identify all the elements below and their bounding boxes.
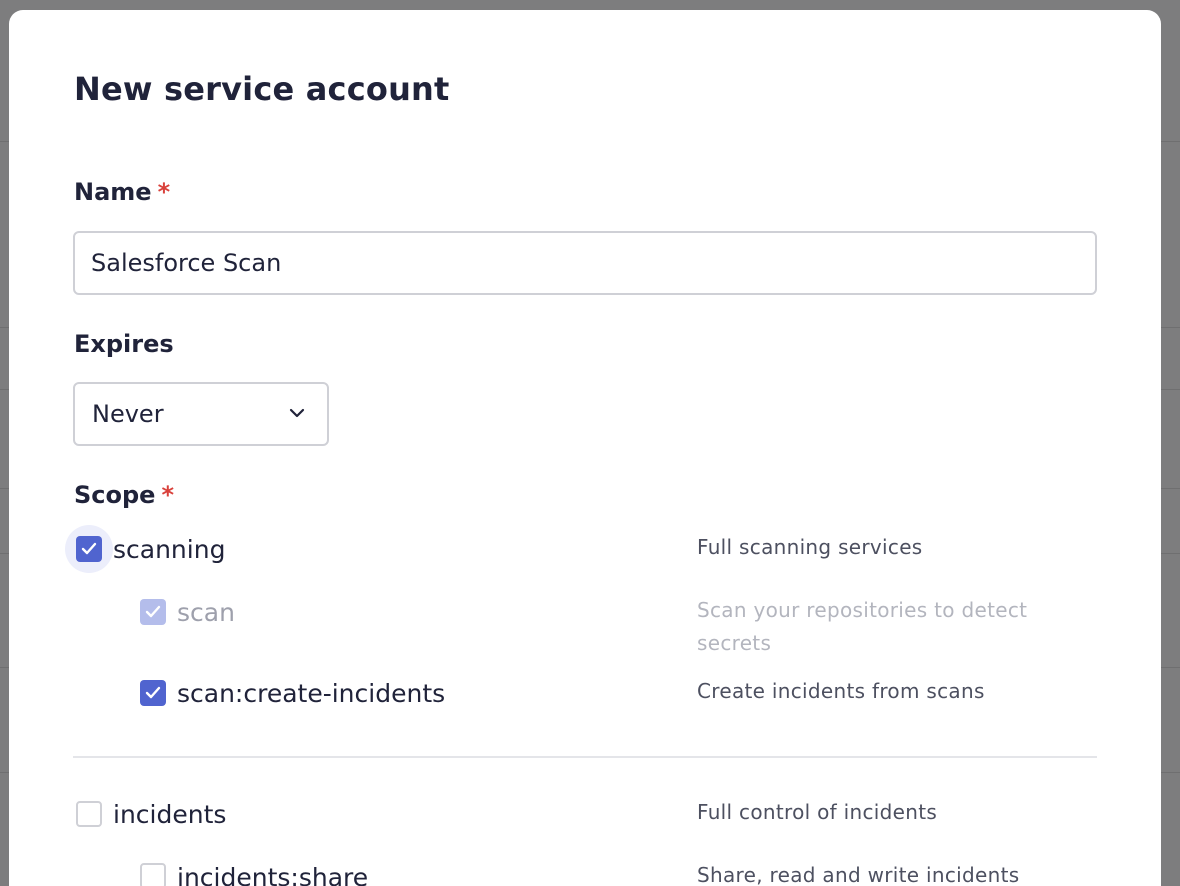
scope-name-incidents-share: incidents:share <box>177 863 369 886</box>
scope-group-divider <box>73 756 1097 758</box>
name-label-text: Name <box>74 178 152 206</box>
scope-checkbox-scan-create-incidents[interactable] <box>137 677 167 707</box>
checkbox-box <box>140 599 166 625</box>
scope-label-text: Scope <box>74 481 156 509</box>
expires-label: Expires <box>74 330 174 358</box>
chevron-down-icon <box>289 408 305 418</box>
scope-label: Scope * <box>74 481 174 509</box>
expires-select[interactable]: Never <box>73 382 329 446</box>
check-icon <box>81 542 97 555</box>
name-input[interactable] <box>73 231 1097 295</box>
scope-checkbox-scanning[interactable] <box>73 533 103 563</box>
name-label: Name * <box>74 178 170 206</box>
dialog-title: New service account <box>74 70 450 108</box>
new-service-account-dialog: New service account Name* Expires Never … <box>9 10 1161 886</box>
checkbox-box <box>140 863 166 886</box>
checkbox-box <box>140 680 166 706</box>
scope-desc-scan-create-incidents: Create incidents from scans <box>697 679 985 703</box>
check-icon <box>145 686 161 699</box>
scope-name-incidents: incidents <box>113 800 227 829</box>
expires-selected-value: Never <box>92 400 164 428</box>
checkbox-box <box>76 801 102 827</box>
scope-desc-scan: Scan your repositories to detect secrets <box>697 598 1028 655</box>
scope-name-scanning: scanning <box>113 535 226 564</box>
checkbox-box <box>76 536 102 562</box>
scope-name-scan: scan <box>177 598 235 627</box>
scope-checkbox-scan <box>137 596 167 626</box>
required-marker: * <box>157 178 171 206</box>
scope-checkbox-incidents-share[interactable] <box>137 860 167 886</box>
check-icon <box>145 605 161 618</box>
scope-desc-scanning: Full scanning services <box>697 535 923 559</box>
scope-desc-incidents: Full control of incidents <box>697 800 938 824</box>
scope-name-scan-create-incidents: scan:create-incidents <box>177 679 446 708</box>
scope-desc-incidents-share: Share, read and write incidents <box>697 863 1020 886</box>
scope-checkbox-incidents[interactable] <box>73 798 103 828</box>
required-marker: * <box>161 481 175 509</box>
